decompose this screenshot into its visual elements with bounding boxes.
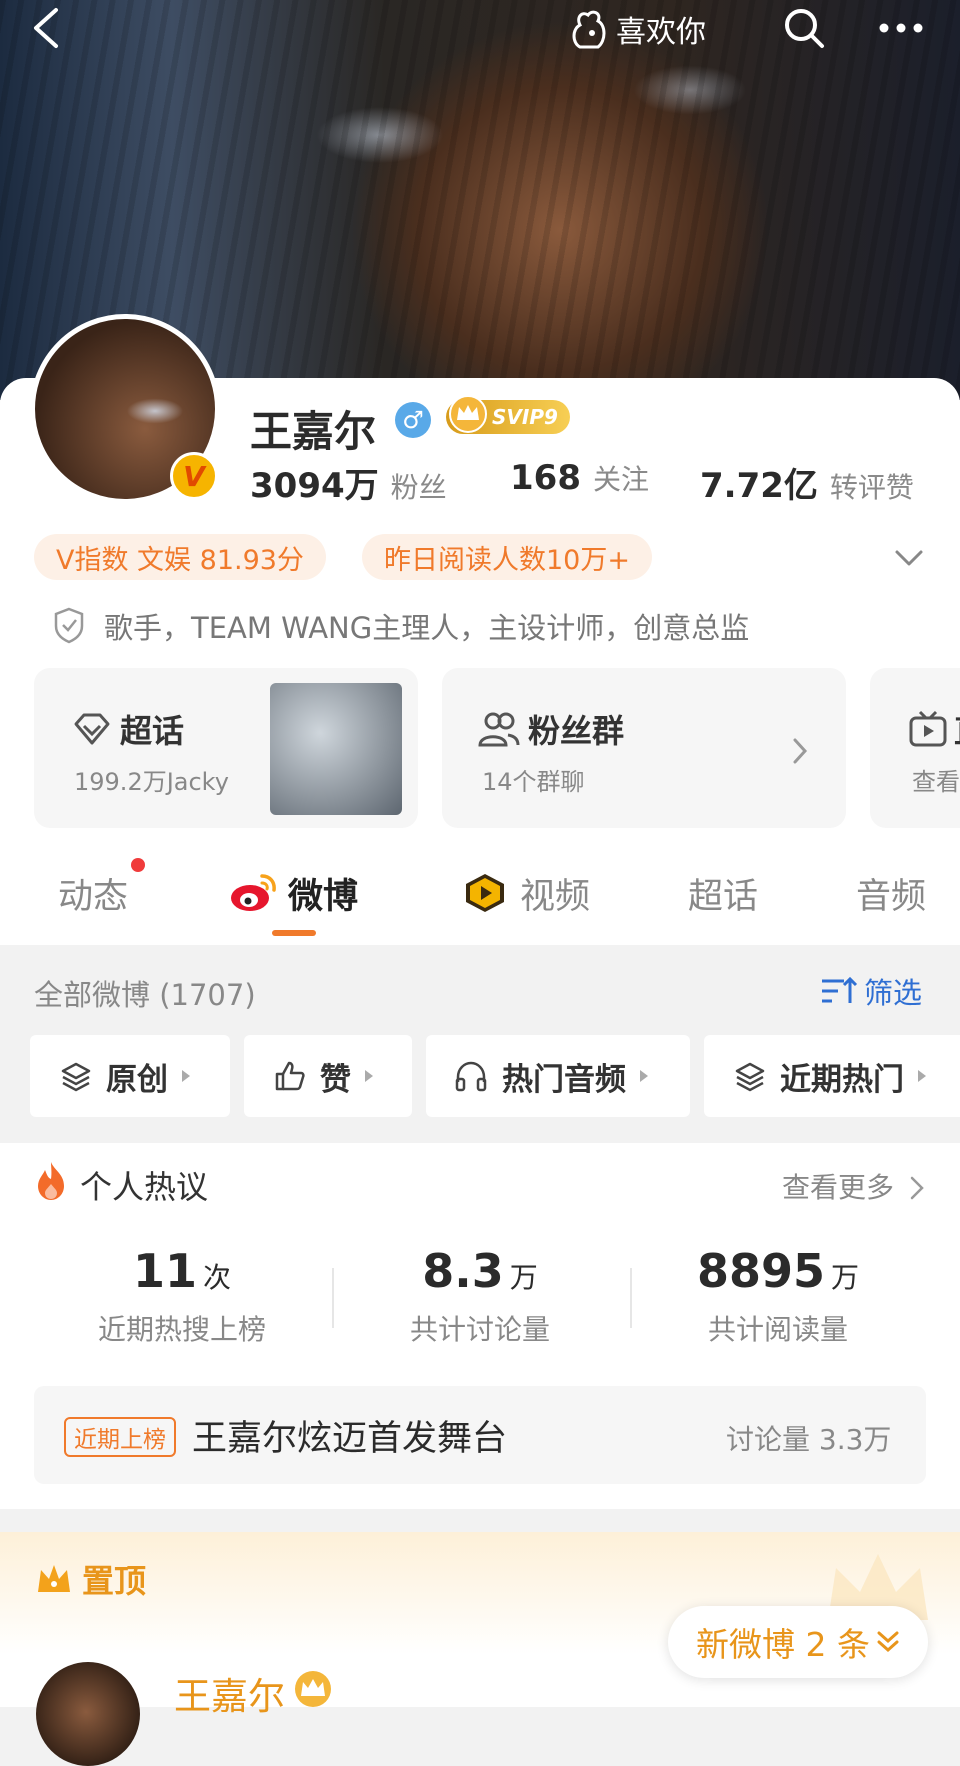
tab-dynamic[interactable]: 动态 xyxy=(58,868,128,919)
chevron-right-icon xyxy=(910,1176,924,1200)
v-index-chip[interactable]: V指数 文娱 81.93分 xyxy=(34,534,326,580)
headphones-icon xyxy=(455,1061,487,1092)
layers-icon xyxy=(735,1062,765,1092)
filter-label: 筛选 xyxy=(864,976,923,1010)
vip-crown-icon xyxy=(295,1671,331,1707)
filter-likes[interactable]: 赞 xyxy=(244,1035,412,1117)
pinned-label: 置顶 xyxy=(82,1562,147,1600)
super-topic-thumbnail xyxy=(270,683,402,815)
squirrel-icon xyxy=(572,10,606,49)
tab-audio[interactable]: 音频 xyxy=(856,868,926,919)
tv-icon xyxy=(909,710,947,747)
fan-group-title: 粉丝群 xyxy=(528,712,625,750)
bio-text: 歌手，TEAM WANG主理人，主设计师，创意总监 xyxy=(104,611,750,645)
filter-original[interactable]: 原创 xyxy=(30,1035,230,1117)
metric-caption: 共计阅读量 xyxy=(707,1313,848,1346)
followers-stat[interactable]: 3094万 粉丝 xyxy=(250,458,447,507)
back-icon[interactable] xyxy=(28,6,68,50)
live-tile[interactable] xyxy=(870,668,960,828)
tab-weibo[interactable]: 微博 xyxy=(288,868,358,919)
tab-super-topic[interactable]: 超话 xyxy=(688,868,758,919)
engagement-label: 转评赞 xyxy=(829,471,914,504)
svip-badge[interactable]: SVIP9 xyxy=(446,395,570,434)
filter-hot-audio-label: 热门音频 xyxy=(502,1061,626,1098)
diamond-icon xyxy=(74,713,110,745)
filter-recent-hot[interactable]: 近期热门 xyxy=(704,1035,960,1117)
fan-group-subtitle: 14个群聊 xyxy=(482,768,585,796)
metric-value: 11 xyxy=(132,1244,197,1298)
chevron-down-icon[interactable] xyxy=(892,540,926,574)
trending-discussion-count: 讨论量 3.3万 xyxy=(726,1423,892,1456)
followers-label: 粉丝 xyxy=(390,471,447,504)
active-tab-indicator xyxy=(272,930,316,936)
filter-button[interactable]: 筛选 xyxy=(820,970,922,1012)
male-icon: ♂ xyxy=(395,402,431,438)
metric-unit: 次 xyxy=(203,1261,232,1294)
new-posts-label: 新微博 2 条 xyxy=(696,1625,870,1664)
following-stat[interactable]: 168 关注 xyxy=(510,458,649,498)
metric-unit: 万 xyxy=(831,1261,860,1294)
live-tile-title: 直 xyxy=(954,706,960,752)
metric-caption: 近期热搜上榜 xyxy=(97,1313,266,1346)
see-more-label: 查看更多 xyxy=(782,1171,895,1204)
recent-trending-tag: 近期上榜 xyxy=(64,1417,176,1457)
super-topic-title: 超话 xyxy=(120,712,185,750)
engagement-count: 7.72亿 xyxy=(700,466,818,506)
like-you-button[interactable]: 喜欢你 xyxy=(570,4,706,54)
filter-original-label: 原创 xyxy=(106,1061,168,1098)
flame-icon xyxy=(38,1162,64,1200)
filter-hot-audio[interactable]: 热门音频 xyxy=(426,1035,690,1117)
notification-dot xyxy=(131,858,145,872)
crown-icon xyxy=(449,395,487,433)
super-topic-subtitle: 199.2万Jacky xyxy=(74,768,229,796)
metric-caption: 共计讨论量 xyxy=(409,1313,550,1346)
metric-reads: 8895 万 共计阅读量 xyxy=(628,1244,928,1348)
see-more-link[interactable]: 查看更多 xyxy=(782,1166,925,1206)
svip-label: SVIP9 xyxy=(492,405,558,429)
verified-badge: V xyxy=(170,452,218,500)
metric-value: 8.3 xyxy=(422,1244,504,1298)
reader-count-chip[interactable]: 昨日阅读人数10万+ xyxy=(362,534,652,580)
profile-name: 王嘉尔 xyxy=(250,407,377,456)
metric-value: 8895 xyxy=(696,1244,825,1298)
following-count: 168 xyxy=(510,458,581,498)
following-label: 关注 xyxy=(592,463,649,496)
weibo-icon xyxy=(231,874,276,911)
pin-crown-icon xyxy=(38,1565,70,1592)
video-icon xyxy=(466,874,504,912)
post-author-name[interactable]: 王嘉尔 xyxy=(174,1666,285,1720)
more-icon[interactable] xyxy=(876,10,926,46)
live-tile-subtitle: 查看 xyxy=(912,768,960,796)
search-icon[interactable] xyxy=(782,6,826,50)
layers-icon xyxy=(61,1062,91,1092)
hot-topics-title: 个人热议 xyxy=(80,1168,209,1206)
followers-count: 3094万 xyxy=(250,466,379,506)
double-chevron-down-icon xyxy=(877,1631,899,1653)
filter-icon xyxy=(822,976,858,1003)
metric-discussions: 8.3 万 共计讨论量 xyxy=(330,1244,630,1348)
thumbs-up-icon xyxy=(275,1061,305,1091)
chevron-right-icon xyxy=(793,738,808,764)
new-posts-button[interactable]: 新微博 2 条 xyxy=(668,1606,928,1678)
filter-recent-hot-label: 近期热门 xyxy=(780,1061,904,1098)
filter-likes-label: 赞 xyxy=(320,1061,351,1098)
metric-trending-count: 11 次 近期热搜上榜 xyxy=(32,1244,332,1348)
like-you-label: 喜欢你 xyxy=(616,15,706,50)
engagement-stat[interactable]: 7.72亿 转评赞 xyxy=(700,458,914,507)
post-author-avatar[interactable] xyxy=(36,1662,140,1766)
all-posts-count: 全部微博 (1707) xyxy=(34,978,256,1012)
tab-video[interactable]: 视频 xyxy=(520,868,590,919)
metric-unit: 万 xyxy=(509,1261,538,1294)
shield-icon xyxy=(54,607,84,644)
trending-topic-text: 王嘉尔炫迈首发舞台 xyxy=(192,1419,508,1459)
group-icon xyxy=(478,712,520,747)
fan-group-tile[interactable] xyxy=(442,668,846,828)
